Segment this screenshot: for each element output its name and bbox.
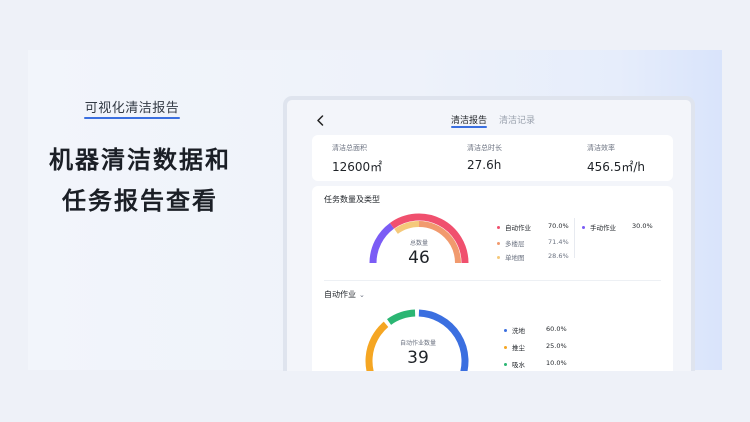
section-title-task-types: 任务数量及类型: [324, 195, 380, 204]
stat-label: 清洁效率: [587, 144, 615, 152]
dropdown-label: 自动作业: [324, 290, 356, 299]
legend-name: 吸水: [512, 361, 525, 369]
legend-value: 25.0%: [546, 342, 567, 350]
legend-item-dust-push: 推尘: [504, 342, 525, 352]
gauge-center-label: 总数量: [409, 240, 428, 247]
legend-dot: [504, 362, 507, 366]
tab-cleaning-report[interactable]: 清洁报告: [451, 113, 487, 126]
legend-item-water-suction: 吸水: [504, 359, 525, 369]
legend-dot: [504, 328, 507, 332]
legend-item-single-map: 单地图: [497, 252, 525, 262]
legend-name: 推尘: [512, 344, 525, 352]
app-screen: 清洁报告 清洁记录 清洁总面积 12600㎡ 清洁总时长 27.6h 清洁效率 …: [283, 96, 695, 371]
legend-dot: [582, 225, 585, 229]
legend-value: 70.0%: [548, 222, 569, 230]
donut-segment-2: [365, 321, 389, 371]
gauge-center-value: 46: [408, 248, 430, 268]
promo-headline-line1: 机器清洁数据和: [49, 146, 231, 174]
legend-dot: [497, 255, 500, 259]
legend-item-auto: 自动作业: [497, 222, 531, 232]
tagline-underline: [84, 117, 180, 119]
legend-value: 28.6%: [548, 252, 569, 260]
promo-tagline: 可视化清洁报告: [84, 101, 180, 116]
task-type-dropdown[interactable]: 自动作业 ⌄: [324, 289, 365, 300]
stat-value: 12600㎡: [332, 160, 383, 174]
donut-segment-3: [387, 309, 416, 325]
legend-dot: [504, 345, 507, 349]
legend-item-floor-wash: 洗地: [504, 325, 525, 335]
section-divider: [324, 280, 661, 281]
legend-name: 单地图: [505, 254, 525, 262]
active-tab-indicator: [451, 126, 487, 128]
legend-divider: [574, 218, 575, 258]
back-button[interactable]: [311, 111, 329, 129]
legend-name: 手动作业: [590, 224, 616, 232]
stat-total-duration: 清洁总时长 27.6h: [467, 143, 502, 172]
tab-cleaning-records[interactable]: 清洁记录: [499, 113, 535, 126]
stat-label: 清洁总面积: [332, 144, 367, 152]
stats-card: 清洁总面积 12600㎡ 清洁总时长 27.6h 清洁效率 456.5㎡/h: [312, 135, 673, 181]
stage: 可视化清洁报告 机器清洁数据和 任务报告查看 清洁报告 清洁记录 清洁总面积 1…: [0, 0, 750, 422]
chevron-down-icon: ⌄: [359, 290, 365, 299]
legend-value: 60.0%: [546, 325, 567, 333]
stat-value: 27.6h: [467, 158, 502, 172]
legend-item-manual: 手动作业: [582, 222, 616, 232]
task-card: 任务数量及类型 总数量 46 自动作业 70.0% 多楼层 71.4% 单地图 …: [312, 186, 673, 371]
promo-headline-line2: 任务报告查看: [62, 187, 218, 215]
legend-value: 10.0%: [546, 359, 567, 367]
legend-value: 30.0%: [632, 222, 653, 230]
donut-center-value: 39: [407, 348, 429, 368]
stat-total-area: 清洁总面积 12600㎡: [332, 143, 382, 175]
legend-name: 自动作业: [505, 224, 531, 232]
stat-efficiency: 清洁效率 456.5㎡/h: [587, 143, 645, 175]
donut-center-label: 自动作业数量: [399, 340, 436, 347]
stat-label: 清洁总时长: [467, 144, 502, 152]
legend-name: 多楼层: [505, 240, 525, 248]
legend-name: 洗地: [512, 327, 525, 335]
stat-value: 456.5㎡/h: [587, 160, 646, 174]
legend-dot: [497, 225, 500, 229]
legend-item-multi-floor: 多楼层: [497, 238, 525, 248]
legend-value: 71.4%: [548, 238, 569, 246]
chevron-left-icon: [316, 114, 323, 126]
legend-dot: [497, 241, 500, 245]
